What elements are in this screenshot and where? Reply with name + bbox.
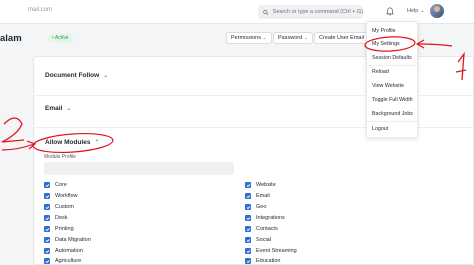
module-label: Custom: [55, 204, 74, 210]
checkbox-checked-icon[interactable]: [245, 204, 251, 210]
annotation-number-two: [1, 117, 25, 143]
avatar[interactable]: [430, 4, 444, 18]
module-checkbox[interactable]: Education: [245, 258, 280, 264]
menu-item-view-website[interactable]: View Website: [372, 83, 404, 89]
module-label: Core: [55, 182, 67, 188]
checkbox-checked-icon[interactable]: [44, 258, 50, 264]
help-menu[interactable]: Help ⌄: [407, 8, 425, 14]
navbar-email-fragment: mail.com: [28, 7, 53, 13]
module-label: Agriculture: [55, 258, 82, 264]
search-icon: [263, 9, 269, 15]
module-checkbox[interactable]: Data Migration: [44, 237, 91, 243]
menu-item-toggle-full-width[interactable]: Toggle Full Width: [372, 97, 413, 103]
chevron-up-icon: ⌃: [94, 140, 100, 146]
bell-icon[interactable]: [386, 7, 394, 16]
module-profile-input[interactable]: [44, 162, 234, 175]
module-checkbox[interactable]: Automation: [44, 248, 83, 254]
module-label: Website: [256, 182, 276, 188]
module-checkbox[interactable]: Desk: [44, 215, 68, 221]
module-checkbox[interactable]: Event Streaming: [245, 248, 297, 254]
section-document-follow[interactable]: Document Follow ⌄: [45, 72, 108, 79]
password-button[interactable]: Password ⌄: [273, 32, 313, 44]
module-checkbox[interactable]: Core: [44, 182, 67, 188]
search-placeholder[interactable]: Search or type a command (Ctrl + G): [273, 9, 363, 15]
module-label: Data Migration: [55, 237, 91, 243]
module-label: Event Streaming: [256, 248, 297, 254]
module-checkbox[interactable]: Custom: [44, 204, 74, 210]
checkbox-checked-icon[interactable]: [44, 193, 50, 199]
annotation-arrow-my-settings: [417, 43, 453, 47]
page-title: alam: [0, 33, 22, 44]
module-checkbox[interactable]: Contacts: [245, 226, 278, 232]
menu-item-logout[interactable]: Logout: [372, 126, 388, 132]
module-label: Social: [256, 237, 271, 243]
checkbox-checked-icon[interactable]: [44, 226, 50, 232]
module-label: Printing: [55, 226, 74, 232]
user-dropdown-menu: My Profile My Settings Session Defaults …: [366, 21, 419, 138]
module-label: Desk: [55, 215, 68, 221]
menu-item-session-defaults[interactable]: Session Defaults: [372, 55, 412, 61]
checkbox-checked-icon[interactable]: [44, 182, 50, 188]
checkbox-checked-icon[interactable]: [245, 215, 251, 221]
chevron-down-icon: ⌄: [304, 35, 308, 40]
chevron-down-icon: ⌄: [66, 106, 72, 112]
chevron-down-icon: ⌄: [103, 73, 109, 79]
menu-item-my-settings[interactable]: My Settings: [372, 41, 400, 47]
module-label: Workflow: [55, 193, 78, 199]
checkbox-checked-icon[interactable]: [245, 226, 251, 232]
checkbox-checked-icon[interactable]: [44, 248, 50, 254]
checkbox-checked-icon[interactable]: [245, 248, 251, 254]
menu-item-reload[interactable]: Reload: [372, 69, 389, 75]
checkbox-checked-icon[interactable]: [44, 204, 50, 210]
module-label: Automation: [55, 248, 83, 254]
menu-divider: [367, 121, 419, 122]
help-label: Help: [407, 8, 419, 14]
module-label: Email: [256, 193, 270, 199]
checkbox-checked-icon[interactable]: [44, 215, 50, 221]
create-user-email-button[interactable]: Create User Email: [314, 32, 369, 44]
module-checkbox[interactable]: Geo: [245, 204, 266, 210]
module-checkbox[interactable]: Email: [245, 193, 270, 199]
status-badge: • Active: [48, 34, 73, 43]
annotation-arrowhead: [415, 39, 425, 49]
checkbox-checked-icon[interactable]: [44, 237, 50, 243]
module-checkbox[interactable]: Printing: [44, 226, 74, 232]
checkbox-checked-icon[interactable]: [245, 182, 251, 188]
checkbox-checked-icon[interactable]: [245, 237, 251, 243]
menu-divider: [367, 65, 419, 66]
module-label: Integrations: [256, 215, 285, 221]
chevron-down-icon: ⌄: [262, 35, 267, 40]
module-checkbox[interactable]: Website: [245, 182, 276, 188]
module-checkbox[interactable]: Social: [245, 237, 271, 243]
section-email[interactable]: Email ⌄: [45, 105, 71, 112]
permissions-button[interactable]: Permissions ⌄: [226, 32, 272, 44]
module-checkbox[interactable]: Integrations: [245, 215, 285, 221]
menu-item-my-profile[interactable]: My Profile: [372, 28, 396, 34]
menu-item-background-jobs[interactable]: Background Jobs: [372, 111, 413, 117]
module-label: Contacts: [256, 226, 278, 232]
search-bar[interactable]: Search or type a command (Ctrl + G): [258, 5, 363, 19]
annotation-arrow-allow-modules: [1, 143, 35, 151]
checkbox-checked-icon[interactable]: [245, 193, 251, 199]
module-profile-label: Module Profile: [44, 154, 76, 160]
module-label: Geo: [256, 204, 267, 210]
module-checkbox[interactable]: Workflow: [44, 193, 78, 199]
checkbox-checked-icon[interactable]: [245, 258, 251, 264]
module-label: Education: [256, 258, 281, 264]
section-allow-modules[interactable]: Allow Modules ⌃: [45, 139, 100, 146]
chevron-down-icon: ⌄: [420, 8, 425, 14]
module-checkbox[interactable]: Agriculture: [44, 258, 81, 264]
